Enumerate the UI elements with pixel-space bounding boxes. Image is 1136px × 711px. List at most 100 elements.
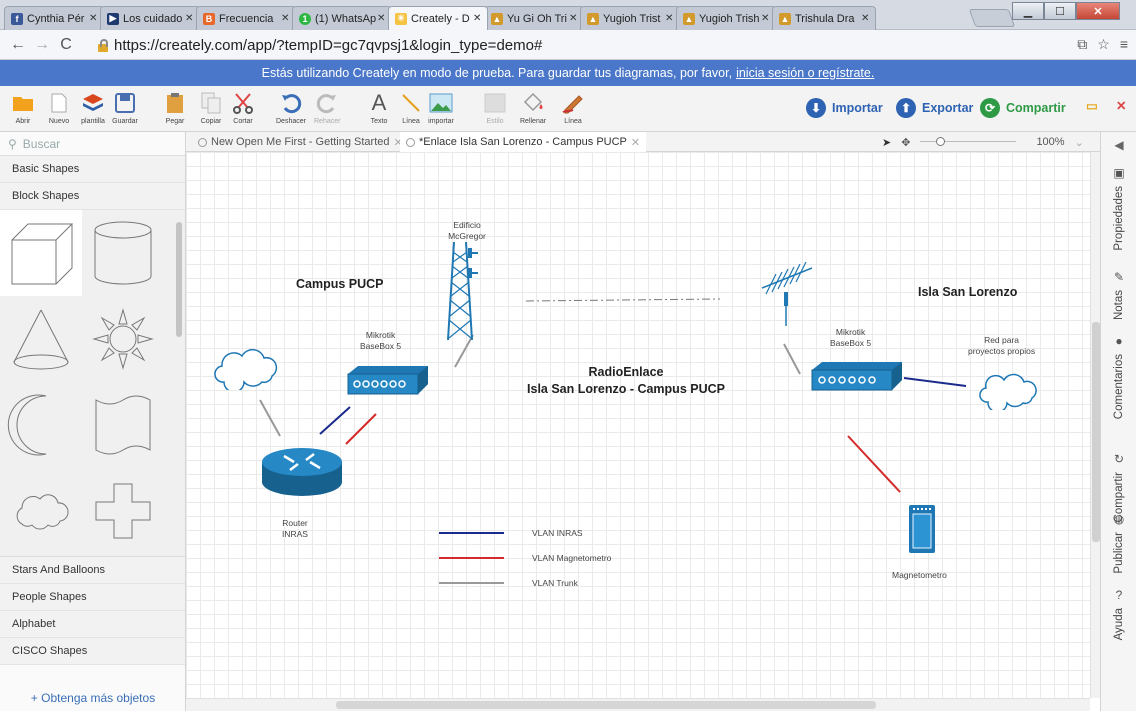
- reload-icon[interactable]: C: [54, 36, 78, 54]
- magnetometro-line-sensor[interactable]: [847, 435, 901, 493]
- toolbar-label: Línea: [402, 118, 420, 125]
- banner-text: Estás utilizando Creately en modo de pru…: [261, 66, 733, 80]
- browser-tab[interactable]: B Frecuencia ✕: [196, 6, 296, 30]
- guardar-button[interactable]: Guardar: [112, 90, 138, 125]
- texto-button[interactable]: A Texto: [366, 90, 392, 125]
- category-block-shapes[interactable]: Block Shapes: [0, 183, 185, 210]
- close-window-icon[interactable]: ✕: [1076, 2, 1120, 20]
- palette-scroll-thumb[interactable]: [176, 222, 182, 337]
- chevron-down-icon[interactable]: ⌄: [1075, 136, 1084, 149]
- exportar-label: Exportar: [922, 101, 974, 115]
- close-toolbar-button[interactable]: ✕: [1116, 98, 1126, 113]
- linea-button[interactable]: Línea: [398, 90, 424, 125]
- category-alphabet[interactable]: Alphabet: [0, 611, 185, 638]
- canvas-vertical-scrollbar[interactable]: [1090, 152, 1100, 698]
- scroll-thumb[interactable]: [336, 701, 876, 709]
- antenna-icon[interactable]: [758, 262, 818, 328]
- trunk-line-antenna[interactable]: [783, 343, 801, 375]
- propiedades-tab[interactable]: ▣ Propiedades: [1101, 166, 1136, 251]
- compartir-button[interactable]: ⟳ Compartir: [980, 98, 1066, 118]
- star-icon[interactable]: ☆: [1097, 36, 1110, 53]
- browser-tab[interactable]: ▲ Yu Gi Oh Tri ✕: [484, 6, 584, 30]
- tower-icon[interactable]: [442, 240, 482, 344]
- doc-tab[interactable]: New Open Me First - Getting Started ✕: [192, 132, 409, 152]
- translate-icon[interactable]: ⧉: [1077, 36, 1087, 53]
- login-link[interactable]: inicia sesión o regístrate.: [736, 66, 874, 80]
- pointer-icon[interactable]: ➤: [882, 136, 891, 149]
- cylinder-shape[interactable]: [82, 210, 164, 296]
- browser-tab[interactable]: ▲ Trishula Dra ✕: [772, 6, 876, 30]
- nuevo-button[interactable]: Nuevo: [46, 90, 72, 125]
- zoom-slider[interactable]: [920, 137, 1017, 147]
- zoom-level[interactable]: 100%: [1036, 136, 1064, 148]
- category-stars-and-balloons[interactable]: Stars And Balloons: [0, 557, 185, 584]
- maximize-icon[interactable]: ☐: [1044, 2, 1076, 20]
- close-icon[interactable]: ✕: [631, 136, 640, 149]
- canvas-horizontal-scrollbar[interactable]: [186, 698, 1090, 711]
- category-basic-shapes[interactable]: Basic Shapes: [0, 156, 185, 183]
- notas-tab[interactable]: ✎ Notas: [1101, 270, 1136, 320]
- cloud-icon[interactable]: [210, 342, 284, 390]
- copiar-button[interactable]: Copiar: [198, 90, 224, 125]
- plantilla-button[interactable]: plantilla: [80, 90, 106, 125]
- category-cisco-shapes[interactable]: CISCO Shapes: [0, 638, 185, 665]
- router-icon[interactable]: [260, 440, 344, 500]
- importar-image-button[interactable]: importar: [428, 90, 454, 125]
- collapse-button[interactable]: ▭: [1086, 98, 1098, 113]
- diagram-canvas[interactable]: Edificio McGregor Campus PUCP Isla San L…: [186, 152, 1090, 698]
- pegar-button[interactable]: Pegar: [162, 90, 188, 125]
- close-icon[interactable]: ✕: [473, 13, 487, 24]
- close-icon[interactable]: ✕: [861, 13, 875, 24]
- collapse-panel-button[interactable]: ◀: [1101, 138, 1136, 152]
- url-field[interactable]: https://creately.com/app/?tempID=gc7qvps…: [96, 34, 1056, 56]
- toolbar-label: Abrir: [15, 118, 31, 125]
- browser-tab-active[interactable]: ✳ Creately - D ✕: [388, 6, 488, 30]
- cube-shape[interactable]: [0, 210, 82, 296]
- deshacer-button[interactable]: Deshacer: [276, 90, 306, 125]
- minimize-icon[interactable]: ▁: [1012, 2, 1044, 20]
- cone-shape[interactable]: [0, 296, 82, 382]
- rehacer-button[interactable]: Rehacer: [314, 90, 340, 125]
- browser-tab[interactable]: ▲ Yugioh Trish ✕: [676, 6, 776, 30]
- notas-label: Notas: [1113, 290, 1125, 321]
- more-objects-link[interactable]: + Obtenga más objetos: [0, 684, 186, 711]
- moon-shape[interactable]: [0, 382, 82, 468]
- cloud-shape[interactable]: [0, 468, 82, 554]
- comentarios-tab[interactable]: ● Comentarios: [1101, 334, 1136, 419]
- publicar-tab[interactable]: ◍ Publicar: [1101, 512, 1136, 574]
- forward-icon[interactable]: →: [30, 36, 54, 54]
- inras-line-cloud[interactable]: [903, 377, 967, 387]
- cloud-icon[interactable]: [976, 366, 1042, 410]
- category-people-shapes[interactable]: People Shapes: [0, 584, 185, 611]
- device-icon[interactable]: [908, 504, 936, 554]
- exportar-button[interactable]: ⬆ Exportar: [896, 98, 973, 118]
- browser-tab[interactable]: 1 (1) WhatsAp ✕: [292, 6, 392, 30]
- estilo-button[interactable]: Estilo: [482, 90, 508, 125]
- importar-button[interactable]: ⬇ Importar: [806, 98, 883, 118]
- rellenar-button[interactable]: Rellenar: [520, 90, 546, 125]
- new-tab-button[interactable]: [968, 9, 1016, 27]
- radio-link-line[interactable]: [525, 298, 721, 302]
- browser-tab[interactable]: ▶ Los cuidado ✕: [100, 6, 200, 30]
- search-box[interactable]: ⚲ Buscar: [0, 132, 185, 156]
- trunk-line-cloud[interactable]: [259, 399, 281, 437]
- scroll-thumb[interactable]: [1092, 322, 1100, 542]
- ayuda-tab[interactable]: ? Ayuda: [1101, 588, 1136, 640]
- creately-icon: ✳: [395, 12, 407, 25]
- back-icon[interactable]: ←: [6, 36, 30, 54]
- sun-shape[interactable]: [82, 296, 164, 382]
- doc-tab-active[interactable]: *Enlace Isla San Lorenzo - Campus PUCP ✕: [400, 132, 647, 152]
- cross-shape[interactable]: [82, 468, 164, 554]
- magnetometro-line-router[interactable]: [345, 413, 377, 445]
- abrir-button[interactable]: Abrir: [10, 90, 36, 125]
- inras-line-router[interactable]: [319, 406, 351, 435]
- pan-icon[interactable]: ✥: [901, 136, 910, 149]
- switch-icon[interactable]: [810, 358, 906, 394]
- switch-icon[interactable]: [346, 362, 430, 398]
- wave-banner-shape[interactable]: [82, 382, 164, 468]
- menu-icon[interactable]: ≡: [1120, 36, 1128, 53]
- browser-tab[interactable]: ▲ Yugioh Trist ✕: [580, 6, 680, 30]
- linea-color-button[interactable]: Línea: [560, 90, 586, 125]
- cortar-button[interactable]: Cortar: [230, 90, 256, 125]
- browser-tab[interactable]: f Cynthia Pér ✕: [4, 6, 104, 30]
